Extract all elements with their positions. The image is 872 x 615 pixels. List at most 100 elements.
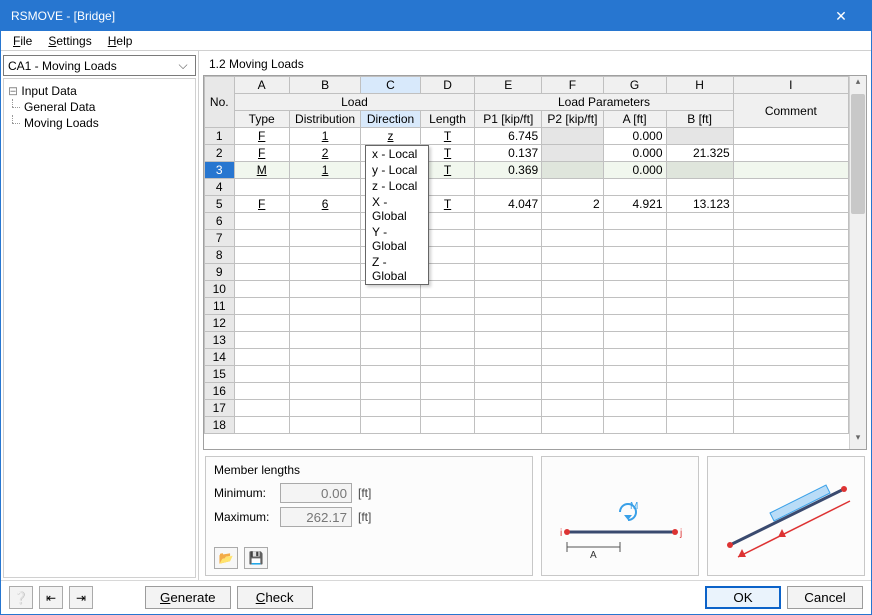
cell[interactable] [603, 213, 666, 230]
cell[interactable]: F [234, 145, 289, 162]
cell[interactable]: 2 [542, 196, 603, 213]
cell[interactable] [234, 281, 289, 298]
cell[interactable] [361, 400, 420, 417]
cell[interactable] [289, 230, 360, 247]
col-direction[interactable]: Direction [361, 111, 420, 128]
scroll-up-icon[interactable]: ▴ [850, 76, 866, 93]
cell[interactable] [542, 264, 603, 281]
cell[interactable] [666, 315, 733, 332]
cell[interactable]: M [234, 162, 289, 179]
cell[interactable] [475, 298, 542, 315]
cell[interactable] [603, 264, 666, 281]
cell[interactable]: F [234, 196, 289, 213]
cell[interactable] [666, 298, 733, 315]
cell[interactable] [420, 366, 475, 383]
cell[interactable] [420, 383, 475, 400]
cell[interactable] [603, 383, 666, 400]
row-header[interactable]: 16 [205, 383, 235, 400]
tree-moving-loads[interactable]: Moving Loads [6, 115, 193, 131]
cell[interactable] [289, 298, 360, 315]
cell[interactable] [733, 417, 848, 434]
help-button[interactable]: ❔ [9, 586, 33, 609]
col-no-header[interactable]: No. [205, 77, 235, 128]
cell[interactable] [289, 179, 360, 196]
cell[interactable] [733, 298, 848, 315]
row-header[interactable]: 9 [205, 264, 235, 281]
cell[interactable] [666, 247, 733, 264]
cell[interactable] [420, 298, 475, 315]
cell[interactable] [234, 298, 289, 315]
cell[interactable] [542, 349, 603, 366]
cell[interactable]: 4.047 [475, 196, 542, 213]
cell[interactable] [234, 179, 289, 196]
cell[interactable] [289, 247, 360, 264]
cell[interactable] [475, 400, 542, 417]
cell[interactable]: 6 [289, 196, 360, 213]
cell[interactable] [603, 332, 666, 349]
cell[interactable] [542, 230, 603, 247]
cell[interactable]: 0.000 [603, 128, 666, 145]
cell[interactable] [289, 213, 360, 230]
cell[interactable] [475, 315, 542, 332]
row-header[interactable]: 8 [205, 247, 235, 264]
cell[interactable] [361, 298, 420, 315]
cell[interactable] [603, 281, 666, 298]
cell[interactable] [542, 417, 603, 434]
dropdown-option[interactable]: z - Local [366, 178, 428, 194]
cell[interactable] [733, 145, 848, 162]
cell[interactable] [542, 332, 603, 349]
cell[interactable] [733, 315, 848, 332]
cell[interactable] [733, 230, 848, 247]
direction-dropdown[interactable]: x - Localy - Localz - LocalX - GlobalY -… [365, 145, 429, 285]
col-letter[interactable]: E [475, 77, 542, 94]
cell[interactable] [234, 213, 289, 230]
col-a[interactable]: A [ft] [603, 111, 666, 128]
cell[interactable] [234, 349, 289, 366]
cell[interactable] [603, 298, 666, 315]
cell[interactable] [733, 162, 848, 179]
cell[interactable] [289, 417, 360, 434]
cell[interactable] [733, 264, 848, 281]
col-letter[interactable]: I [733, 77, 848, 94]
tree-general-data[interactable]: General Data [6, 99, 193, 115]
cell[interactable] [361, 366, 420, 383]
cell[interactable] [420, 417, 475, 434]
col-letter[interactable]: C [361, 77, 420, 94]
col-letter[interactable]: F [542, 77, 603, 94]
cell[interactable] [234, 383, 289, 400]
cell[interactable] [542, 162, 603, 179]
cell[interactable] [666, 162, 733, 179]
cell[interactable] [475, 281, 542, 298]
cell[interactable]: T [420, 128, 475, 145]
scroll-thumb[interactable] [851, 94, 865, 214]
row-header[interactable]: 6 [205, 213, 235, 230]
cell[interactable] [361, 349, 420, 366]
cell[interactable] [361, 332, 420, 349]
cell[interactable]: 1 [289, 128, 360, 145]
dropdown-option[interactable]: y - Local [366, 162, 428, 178]
cell[interactable] [475, 179, 542, 196]
dropdown-option[interactable]: Z - Global [366, 254, 428, 284]
cell[interactable]: 4.921 [603, 196, 666, 213]
cell[interactable] [234, 366, 289, 383]
cell[interactable] [733, 383, 848, 400]
cell[interactable] [733, 400, 848, 417]
col-letter[interactable]: D [420, 77, 475, 94]
cell[interactable] [542, 281, 603, 298]
cell[interactable] [289, 332, 360, 349]
cell[interactable] [475, 247, 542, 264]
cell[interactable] [289, 383, 360, 400]
cell[interactable] [666, 349, 733, 366]
cell[interactable] [542, 366, 603, 383]
cell[interactable] [733, 247, 848, 264]
cell[interactable] [603, 349, 666, 366]
cell[interactable] [603, 179, 666, 196]
cell[interactable] [733, 366, 848, 383]
cell[interactable] [475, 417, 542, 434]
menu-help[interactable]: Help [102, 32, 139, 50]
cell[interactable]: 6.745 [475, 128, 542, 145]
col-letter[interactable]: A [234, 77, 289, 94]
export-button[interactable]: ⇥ [69, 586, 93, 609]
cell[interactable] [234, 315, 289, 332]
dropdown-option[interactable]: Y - Global [366, 224, 428, 254]
